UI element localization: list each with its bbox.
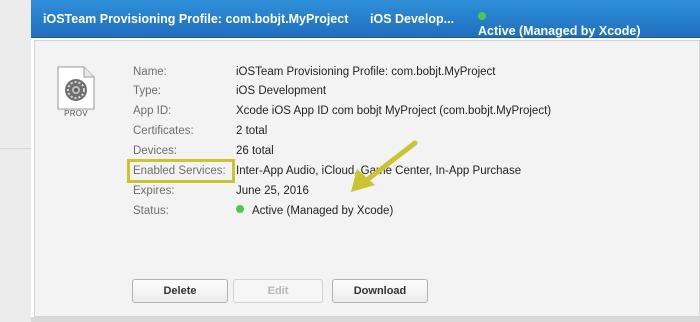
delete-button[interactable]: Delete xyxy=(132,279,228,303)
detail-value: June 25, 2016 xyxy=(236,185,309,197)
detail-label: App ID: xyxy=(133,105,172,117)
detail-value: 26 total xyxy=(236,145,274,157)
sidebar-divider xyxy=(0,148,31,149)
detail-value: 2 total xyxy=(236,125,268,137)
status-green-dot-icon xyxy=(236,205,244,213)
annotation-arrow-icon xyxy=(351,140,418,192)
detail-label: Expires: xyxy=(133,185,175,197)
sidebar xyxy=(0,0,32,322)
detail-label: Type: xyxy=(133,85,162,97)
profile-type-cell: iOS Develop... xyxy=(370,12,455,26)
profile-status-cell: Active (Managed by Xcode) xyxy=(478,12,641,38)
detail-value: iOSTeam Provisioning Profile: com.bobjt.… xyxy=(236,66,496,78)
detail-value: iOS Development xyxy=(236,85,327,97)
profile-details: PROV Name: iOSTeam Provisioning Profile:… xyxy=(34,40,700,317)
enabled-services-highlight xyxy=(127,159,235,183)
detail-value: Xcode iOS App ID com bobjt MyProject (co… xyxy=(236,105,552,117)
status-green-dot-icon xyxy=(478,12,486,20)
file-type-caption: PROV xyxy=(64,109,88,118)
detail-label: Devices: xyxy=(133,145,178,157)
download-button[interactable]: Download xyxy=(332,279,428,303)
profile-name-cell: iOSTeam Provisioning Profile: com.bobjt.… xyxy=(43,12,349,26)
next-row-edge xyxy=(31,317,700,322)
profile-status-text: Active (Managed by Xcode) xyxy=(478,24,641,38)
profile-panel: iOSTeam Provisioning Profile: com.bobjt.… xyxy=(31,0,700,322)
selected-profile-row[interactable]: iOSTeam Provisioning Profile: com.bobjt.… xyxy=(31,0,700,38)
detail-status-text: Active (Managed by Xcode) xyxy=(252,205,394,217)
edit-button[interactable]: Edit xyxy=(233,279,323,303)
detail-label: Status: xyxy=(133,205,169,217)
detail-value: Active (Managed by Xcode) xyxy=(236,205,393,217)
detail-label: Name: xyxy=(133,66,167,78)
detail-label: Certificates: xyxy=(133,125,194,137)
provisioning-file-icon: PROV xyxy=(55,66,97,122)
